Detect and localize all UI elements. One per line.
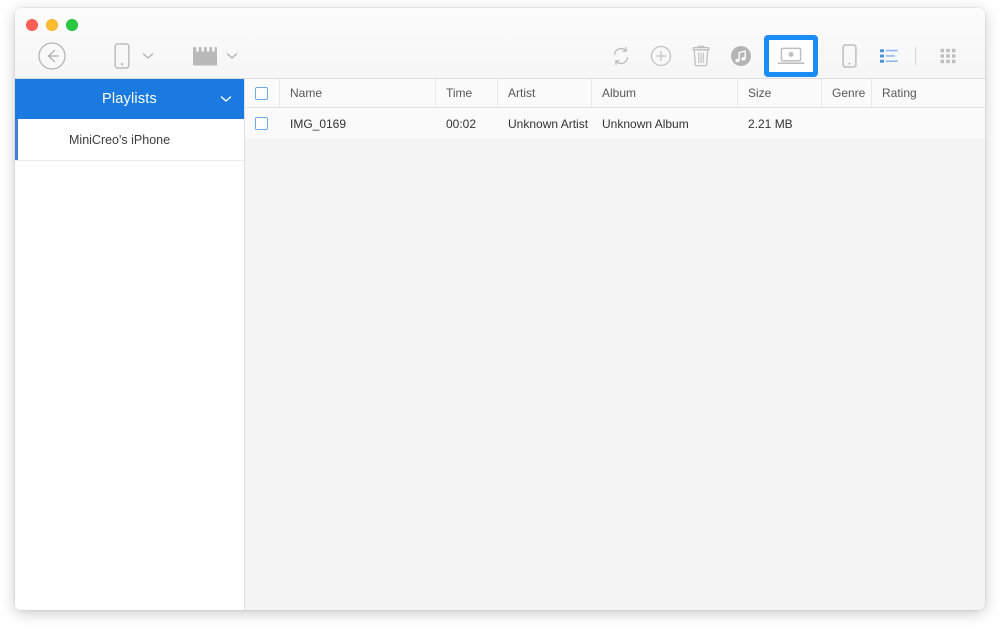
titlebar bbox=[15, 8, 985, 79]
table-row[interactable]: IMG_0169 00:02 Unknown Artist Unknown Al… bbox=[245, 108, 985, 139]
traffic-lights bbox=[26, 19, 78, 31]
sidebar: Playlists MiniCreo's iPhone bbox=[15, 79, 245, 610]
table-empty-area bbox=[245, 139, 985, 610]
refresh-icon bbox=[611, 46, 631, 66]
column-header-name[interactable]: Name bbox=[280, 79, 436, 107]
export-to-mac-button[interactable] bbox=[764, 35, 818, 77]
phone-icon bbox=[114, 43, 130, 69]
chevron-down-icon bbox=[142, 52, 154, 60]
cell-rating bbox=[872, 108, 985, 139]
toolbar-right-group bbox=[606, 35, 985, 77]
device-selector-chevron-button[interactable] bbox=[139, 43, 157, 69]
cell-genre bbox=[822, 108, 872, 139]
sidebar-playlists-title: Playlists bbox=[102, 91, 157, 107]
selection-accent-bar bbox=[15, 119, 18, 160]
laptop-icon bbox=[777, 46, 805, 66]
export-to-device-button[interactable] bbox=[834, 41, 864, 71]
chevron-down-icon[interactable] bbox=[220, 95, 232, 103]
content-area: Name Time Artist Album Size Genre Rating… bbox=[245, 79, 985, 610]
sidebar-item-label: MiniCreo's iPhone bbox=[69, 132, 171, 147]
toolbar-divider bbox=[915, 47, 916, 65]
delete-button[interactable] bbox=[686, 41, 716, 71]
cell-name: IMG_0169 bbox=[290, 116, 347, 131]
list-view-button[interactable] bbox=[874, 41, 904, 71]
column-header-time[interactable]: Time bbox=[436, 79, 498, 107]
cell-time: 00:02 bbox=[446, 116, 477, 131]
cell-album: Unknown Album bbox=[602, 116, 689, 131]
add-button[interactable] bbox=[646, 41, 676, 71]
phone-icon bbox=[841, 44, 857, 68]
window-body: Playlists MiniCreo's iPhone Name Time Ar… bbox=[15, 79, 985, 610]
close-button[interactable] bbox=[26, 19, 38, 31]
row-select-cell[interactable] bbox=[245, 108, 280, 139]
app-window: Playlists MiniCreo's iPhone Name Time Ar… bbox=[15, 8, 985, 610]
minimize-button[interactable] bbox=[46, 19, 58, 31]
select-all-header-cell[interactable] bbox=[245, 79, 280, 107]
sidebar-empty-area bbox=[15, 161, 244, 610]
screen-root: Playlists MiniCreo's iPhone Name Time Ar… bbox=[0, 0, 1000, 630]
grid-view-button[interactable] bbox=[933, 41, 963, 71]
toolbar bbox=[15, 34, 985, 78]
back-arrow-circle-icon bbox=[37, 41, 67, 71]
column-header-rating[interactable]: Rating bbox=[872, 79, 985, 107]
back-button[interactable] bbox=[37, 41, 67, 71]
maximize-button[interactable] bbox=[66, 19, 78, 31]
column-header-size[interactable]: Size bbox=[738, 79, 822, 107]
column-header-artist[interactable]: Artist bbox=[498, 79, 592, 107]
refresh-button[interactable] bbox=[606, 41, 636, 71]
cell-artist: Unknown Artist bbox=[508, 116, 589, 131]
column-header-genre[interactable]: Genre bbox=[822, 79, 872, 107]
cell-size: 2.21 MB bbox=[748, 116, 793, 131]
chevron-down-icon bbox=[226, 52, 238, 60]
media-type-chevron-button[interactable] bbox=[223, 43, 241, 69]
select-all-checkbox[interactable] bbox=[255, 86, 268, 100]
itunes-music-note-icon bbox=[730, 45, 752, 67]
itunes-button[interactable] bbox=[726, 41, 756, 71]
movie-clapperboard-icon bbox=[192, 45, 218, 67]
sidebar-item-minicreos-iphone[interactable]: MiniCreo's iPhone bbox=[15, 119, 244, 161]
list-view-icon bbox=[880, 48, 898, 64]
trash-icon bbox=[692, 45, 710, 67]
sidebar-playlists-header[interactable]: Playlists bbox=[15, 79, 244, 119]
plus-circle-icon bbox=[650, 45, 672, 67]
table-header-row: Name Time Artist Album Size Genre Rating bbox=[245, 79, 985, 108]
column-header-album[interactable]: Album bbox=[592, 79, 738, 107]
grid-view-icon bbox=[940, 48, 956, 64]
toolbar-left-group bbox=[15, 41, 275, 71]
media-type-selector-button[interactable] bbox=[191, 42, 219, 70]
row-checkbox[interactable] bbox=[255, 117, 268, 130]
device-selector-button[interactable] bbox=[109, 42, 135, 70]
